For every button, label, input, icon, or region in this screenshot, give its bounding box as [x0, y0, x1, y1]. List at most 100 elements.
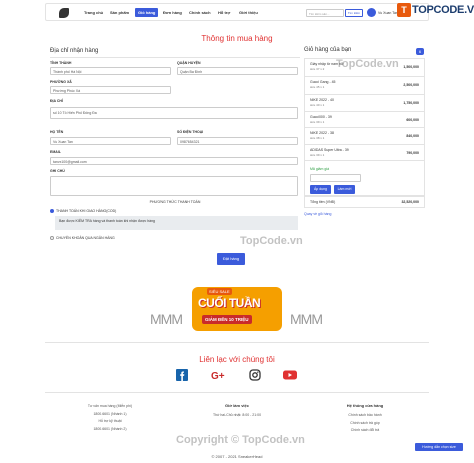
footer-text[interactable]: 1800.6601 (Nhánh 2): [55, 426, 165, 434]
footer-text: Tư vấn mua hàng (Miễn phí): [87, 404, 133, 408]
footer-link[interactable]: Chính sách đổi trả: [310, 427, 420, 435]
watermark-text: TopCode.vn: [336, 58, 399, 70]
footer-heading: Hệ thống cửa hàng: [346, 403, 384, 408]
nav-cart[interactable]: Giỏ hàng: [135, 8, 159, 17]
footer-text: Thứ hai-Chủ nhật: 8:00 - 21:00: [212, 413, 262, 417]
apply-promo-button[interactable]: Áp dụng: [310, 185, 331, 194]
promo-section: Mã giảm giá Áp dụng Làm mới: [304, 160, 425, 196]
cart-item-name: NIKE 2022 - 38: [310, 131, 334, 135]
cart-item-name: NIKE 2022 - 40: [310, 98, 334, 102]
cod-radio[interactable]: [50, 209, 54, 213]
cart-item-price: 790,000: [406, 151, 419, 155]
banner-headline: CUỐI TUẦN: [198, 296, 261, 310]
phone-input[interactable]: 0987654321: [177, 137, 298, 145]
footer-heading: Giờ làm việc: [225, 403, 249, 408]
site-logo[interactable]: [59, 8, 69, 18]
cart-item-size: size 45 x 1: [310, 85, 325, 89]
size-guide-button[interactable]: Hướng dẫn chọn size: [415, 443, 463, 451]
footer-link[interactable]: Chính sách bảo hành: [310, 412, 420, 420]
cart-item-size: size 40 x 1: [310, 103, 325, 107]
back-to-cart-link[interactable]: Quay về giỏ hàng: [304, 212, 331, 216]
youtube-icon[interactable]: [283, 369, 297, 381]
footer-col-hours: Giờ làm việc Thứ hai-Chủ nhật: 8:00 - 21…: [182, 403, 292, 420]
watermark-copyright: Copyright © TopCode.vn: [176, 434, 305, 446]
watermark-text: TopCode.vn: [240, 235, 303, 247]
cod-option-label[interactable]: THANH TOÁN KHI GIAO HÀNG(COD): [56, 209, 116, 213]
promo-banner[interactable]: MMM MMM SIÊU SALE CUỐI TUẦN GIẢM ĐẾN 10 …: [150, 283, 325, 335]
cart-item-name: Gucci000 - 39: [310, 115, 332, 119]
address-section-title: Địa chỉ nhận hàng: [50, 48, 99, 54]
checkout-page: Trang chủ Sản phẩm Giỏ hàng Đơn hàng Chí…: [0, 0, 474, 463]
cart-item-price: 840,000: [406, 134, 419, 138]
banner-tag: SIÊU SALE: [207, 288, 232, 295]
user-name[interactable]: Vu Xuan Tan: [378, 11, 398, 15]
note-label: GHI CHÚ: [50, 169, 65, 173]
cart-item-size: size 39 x 1: [310, 153, 325, 157]
search-button[interactable]: Tìm kiếm: [345, 9, 363, 17]
nav-orders[interactable]: Đơn hàng: [163, 10, 182, 15]
user-avatar[interactable]: [367, 8, 376, 17]
svg-text:G+: G+: [211, 371, 225, 381]
contact-title: Liên lạc với chúng tôi: [199, 355, 275, 364]
topcode-brand: T TOPCODE.VN: [397, 2, 474, 18]
cart-item-price: 1,500,000: [403, 65, 419, 69]
banner-deco-left: MMM: [150, 311, 183, 327]
topcode-logo-icon: T: [397, 3, 411, 17]
cart-item: NIKE 2022 - 38 size 38 x 1 840,000: [304, 127, 425, 144]
copyright-text: © 2007 - 2021 SneakerHead: [211, 454, 263, 459]
cart-item: Gucci Gang - 45 size 45 x 1 2,500,000: [304, 76, 425, 94]
search-input[interactable]: Tìm kiếm sản...: [306, 9, 344, 17]
ward-select[interactable]: Phường Phúc Xá: [50, 86, 171, 94]
street-input[interactable]: số 10 Tô Hiến Phố Đống Đa: [50, 107, 298, 119]
province-select[interactable]: Thành phố Hà Nội: [50, 67, 171, 75]
footer-divider: [45, 392, 429, 393]
banner-deco-right: MMM: [290, 311, 323, 327]
cart-item-price: 600,000: [406, 118, 419, 122]
note-textarea[interactable]: [50, 176, 298, 196]
bank-radio[interactable]: [50, 236, 54, 240]
street-label: ĐỊA CHỈ: [50, 99, 63, 103]
district-label: QUẬN HUYỆN: [177, 61, 201, 65]
cart-count-badge: 6: [416, 48, 424, 55]
cart-item-price: 1,750,000: [403, 101, 419, 105]
reset-promo-button[interactable]: Làm mới: [334, 185, 355, 194]
google-plus-icon[interactable]: G+: [211, 369, 227, 381]
page-title: Thông tin mua hàng: [201, 34, 273, 43]
province-label: TỈNH THÀNH: [50, 61, 72, 65]
cart-item-size: size 38 x 1: [310, 136, 325, 140]
district-select[interactable]: Quận Ba Đình: [177, 67, 298, 75]
total-label: Tổng tiền (VNĐ): [310, 200, 336, 204]
email-input[interactable]: tanvx100@gmail.com: [50, 157, 298, 165]
footer-text[interactable]: 1800.6601 (Nhánh 1): [55, 411, 165, 419]
promo-code-input[interactable]: [310, 174, 361, 182]
cart-item: Gucci000 - 39 size 39 x 1 600,000: [304, 111, 425, 127]
facebook-icon[interactable]: [176, 369, 188, 381]
footer-text: Hỗ trợ kỹ thuật: [98, 419, 122, 423]
ward-label: PHƯỜNG XÃ: [50, 80, 72, 84]
cart-item-size: size 37 x 2: [310, 67, 325, 71]
total-value: 32,520,000: [401, 200, 419, 204]
nav-about[interactable]: Giới thiệu: [239, 10, 258, 15]
name-input[interactable]: Vu Xuan Tan: [50, 137, 171, 145]
divider: [45, 342, 429, 343]
nav-policy[interactable]: Chính sách: [189, 10, 211, 15]
email-label: EMAIL: [50, 150, 61, 154]
cart-item: ADIDAS Super Ultra - 39 size 39 x 1 790,…: [304, 144, 425, 160]
bank-option-label[interactable]: CHUYỂN KHOẢN QUA NGÂN HÀNG: [56, 236, 115, 240]
footer-col-stores: Hệ thống cửa hàng Chính sách bảo hành Ch…: [310, 403, 420, 435]
divider: [50, 57, 300, 58]
promo-label: Mã giảm giá: [310, 167, 330, 171]
topcode-brand-text: TOPCODE.VN: [412, 4, 474, 16]
payment-title: PHƯƠNG THỨC THANH TOÁN: [149, 200, 201, 204]
top-navbar: Trang chủ Sản phẩm Giỏ hàng Đơn hàng Chí…: [45, 3, 429, 21]
instagram-icon[interactable]: [249, 369, 261, 381]
nav-home[interactable]: Trang chủ: [84, 10, 103, 15]
nav-support[interactable]: Hỗ trợ: [218, 10, 230, 15]
banner-subline: GIẢM ĐẾN 10 TRIỆU: [202, 315, 252, 324]
footer-link[interactable]: Chính sách trả góp: [310, 420, 420, 428]
cod-note: Bạn được KIỂM TRA hàng và thanh toán khi…: [55, 216, 298, 230]
footer-col-support: Tư vấn mua hàng (Miễn phí) 1800.6601 (Nh…: [55, 403, 165, 433]
nav-products[interactable]: Sản phẩm: [110, 10, 129, 15]
cart-item-price: 2,500,000: [403, 83, 419, 87]
place-order-button[interactable]: Đặt hàng: [217, 253, 245, 265]
